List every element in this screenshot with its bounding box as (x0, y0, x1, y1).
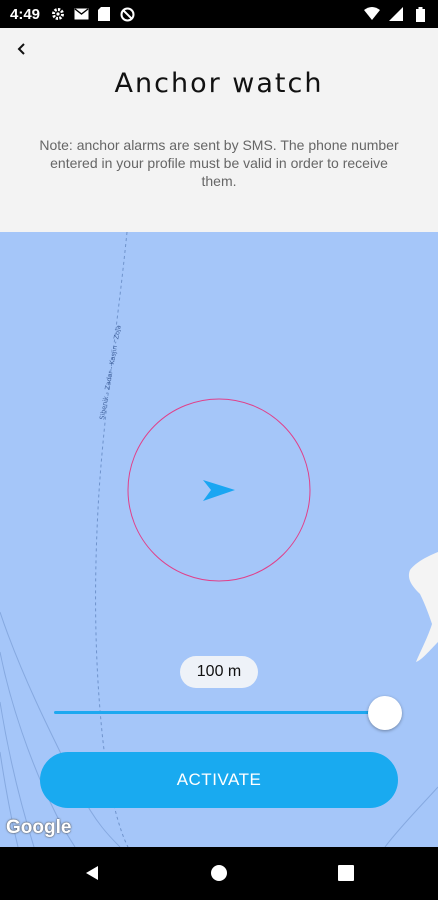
chevron-left-icon (16, 41, 28, 60)
status-left-icons (50, 6, 135, 22)
back-button[interactable] (10, 38, 34, 62)
system-nav-bar (0, 847, 438, 900)
route-label: Sibenik - Zadar - Kasjin - Zoja (98, 325, 123, 421)
status-bar: 4:49 (0, 0, 438, 28)
no-disturb-icon (119, 6, 135, 22)
signal-icon (388, 6, 404, 22)
battery-icon (412, 6, 428, 22)
distance-badge: 100 m (180, 656, 258, 688)
header: Anchor watch Note: anchor alarms are sen… (0, 28, 438, 232)
status-time: 4:49 (10, 5, 41, 23)
sms-note: Note: anchor alarms are sent by SMS. The… (39, 137, 399, 189)
activate-button[interactable]: ACTIVATE (40, 752, 398, 808)
home-circle-icon[interactable] (209, 863, 229, 883)
map-view[interactable]: Sibenik - Zadar - Kasjin - Zoja 100 m AC… (0, 232, 438, 847)
boat-position-icon (203, 480, 235, 501)
wifi-icon (364, 6, 380, 22)
radius-slider-track[interactable] (54, 711, 384, 714)
island-shape (408, 552, 438, 662)
google-attribution: Google (6, 817, 72, 838)
radius-slider-thumb[interactable] (368, 696, 402, 730)
recents-square-icon[interactable] (336, 863, 356, 883)
status-right-icons (364, 6, 428, 22)
page-title: Anchor watch (114, 68, 324, 99)
gear-icon (50, 6, 66, 22)
back-triangle-icon[interactable] (82, 863, 102, 883)
sd-card-icon (96, 6, 112, 22)
mail-icon (73, 6, 89, 22)
